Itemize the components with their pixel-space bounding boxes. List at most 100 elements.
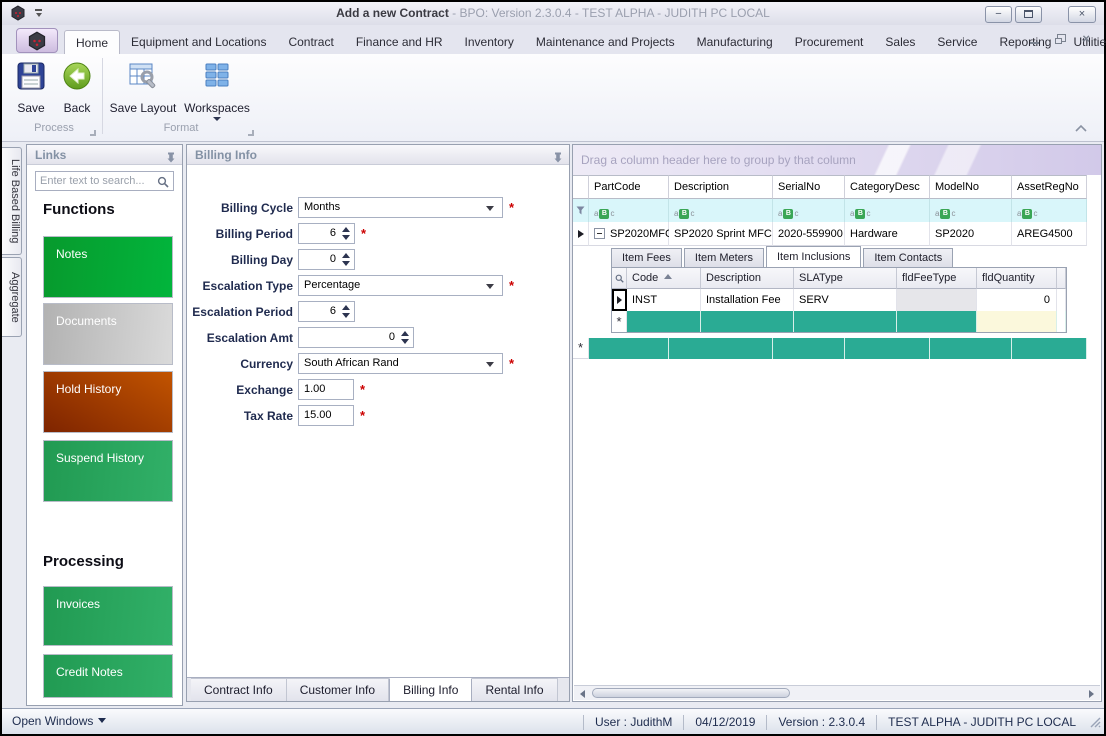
ribbon-tab-service[interactable]: Service: [926, 30, 988, 54]
column-header-description[interactable]: Description: [669, 175, 773, 199]
column-header-code[interactable]: Code: [627, 268, 701, 289]
resize-grip[interactable]: [1089, 716, 1101, 731]
cell-assetregno[interactable]: AREG4500: [1012, 222, 1087, 246]
format-dialog-launcher-icon[interactable]: [248, 130, 254, 136]
tab-rental-info[interactable]: Rental Info: [472, 678, 557, 701]
currency-select[interactable]: South African Rand: [298, 353, 503, 374]
tab-billing-info[interactable]: Billing Info: [389, 678, 472, 701]
column-header-categorydesc[interactable]: CategoryDesc: [845, 175, 930, 199]
cell-slatype[interactable]: SERV: [794, 289, 897, 311]
collapse-ribbon-icon[interactable]: [1074, 120, 1088, 138]
exchange-field[interactable]: 1.00: [298, 379, 354, 400]
search-icon[interactable]: [612, 268, 627, 289]
group-by-bar[interactable]: Drag a column header here to group by th…: [573, 145, 1101, 175]
mdi-minimize-button[interactable]: [1030, 42, 1039, 44]
spin-down-icon[interactable]: [401, 339, 409, 344]
process-dialog-launcher-icon[interactable]: [90, 130, 96, 136]
new-cell[interactable]: [701, 311, 794, 332]
new-cell[interactable]: [794, 311, 897, 332]
new-cell[interactable]: [930, 338, 1012, 359]
column-header-partcode[interactable]: PartCode: [589, 175, 669, 199]
cell-serialno[interactable]: 2020-559900: [773, 222, 845, 246]
table-row[interactable]: SP2020MFC SP2020 Sprint MFC 2020-559900 …: [573, 222, 1087, 246]
new-cell[interactable]: [589, 338, 669, 359]
filter-cell-description[interactable]: aBc: [669, 199, 773, 222]
tax-rate-field[interactable]: 15.00: [298, 405, 354, 426]
ribbon-tab-maintenance-and-projects[interactable]: Maintenance and Projects: [525, 30, 686, 54]
grid-new-row[interactable]: *: [573, 338, 1087, 359]
cell-code[interactable]: INST: [627, 289, 701, 311]
escalation-type-select[interactable]: Percentage: [298, 275, 503, 296]
new-cell[interactable]: [845, 338, 930, 359]
horizontal-scrollbar[interactable]: [574, 685, 1100, 700]
tab-customer-info[interactable]: Customer Info: [287, 678, 389, 701]
escalation-amt-spinner[interactable]: 0: [298, 327, 414, 348]
scrollbar-thumb[interactable]: [592, 688, 790, 698]
ribbon-tab-contract[interactable]: Contract: [277, 30, 344, 54]
tab-item-contacts[interactable]: Item Contacts: [863, 248, 953, 268]
ribbon-tab-home[interactable]: Home: [64, 30, 120, 54]
cell-inner-description[interactable]: Installation Fee: [701, 289, 794, 311]
notes-button[interactable]: Notes: [43, 236, 173, 298]
spin-down-icon[interactable]: [342, 313, 350, 318]
tab-contract-info[interactable]: Contract Info: [191, 678, 287, 701]
app-menu-button[interactable]: [16, 28, 58, 53]
ribbon-tab-inventory[interactable]: Inventory: [454, 30, 525, 54]
cell-description[interactable]: SP2020 Sprint MFC: [669, 222, 773, 246]
spin-down-icon[interactable]: [342, 235, 350, 240]
new-cell[interactable]: [897, 311, 977, 332]
pin-icon[interactable]: [553, 149, 563, 169]
filter-icon[interactable]: [573, 199, 589, 222]
scroll-left-icon[interactable]: [580, 690, 585, 698]
search-input[interactable]: [40, 173, 152, 189]
side-tab-aggregate[interactable]: Aggregate: [2, 257, 22, 337]
invoices-button[interactable]: Invoices: [43, 586, 173, 646]
close-button[interactable]: ×: [1068, 6, 1096, 23]
new-cell[interactable]: [773, 338, 845, 359]
workspaces-button[interactable]: Workspaces: [182, 58, 252, 121]
mdi-restore-button[interactable]: [1055, 34, 1066, 44]
minimize-button[interactable]: −: [985, 6, 1012, 23]
cell-categorydesc[interactable]: Hardware: [845, 222, 930, 246]
spin-up-icon[interactable]: [401, 331, 409, 336]
save-layout-button[interactable]: Save Layout: [108, 58, 178, 115]
ribbon-tab-procurement[interactable]: Procurement: [784, 30, 875, 54]
collapse-box-icon[interactable]: [594, 228, 605, 239]
maximize-button[interactable]: [1015, 6, 1042, 23]
new-cell[interactable]: [627, 311, 701, 332]
back-button[interactable]: Back: [56, 58, 98, 115]
suspend-history-button[interactable]: Suspend History: [43, 440, 173, 502]
spin-up-icon[interactable]: [342, 253, 350, 258]
side-tab-life-based-billing[interactable]: Life Based Billing: [2, 147, 22, 255]
tab-item-fees[interactable]: Item Fees: [611, 248, 682, 268]
ribbon-tab-finance-and-hr[interactable]: Finance and HR: [345, 30, 454, 54]
column-header-inner-description[interactable]: Description: [701, 268, 794, 289]
hold-history-button[interactable]: Hold History: [43, 371, 173, 433]
filter-cell-serialno[interactable]: aBc: [773, 199, 845, 222]
documents-button[interactable]: Documents: [43, 303, 173, 365]
filter-cell-categorydesc[interactable]: aBc: [845, 199, 930, 222]
tab-item-inclusions[interactable]: Item Inclusions: [766, 246, 861, 268]
filter-cell-modelno[interactable]: aBc: [930, 199, 1012, 222]
column-header-slatype[interactable]: SLAType: [794, 268, 897, 289]
cell-modelno[interactable]: SP2020: [930, 222, 1012, 246]
ribbon-tab-equipment-and-locations[interactable]: Equipment and Locations: [120, 30, 277, 54]
save-button[interactable]: Save: [10, 58, 52, 115]
new-cell[interactable]: [1012, 338, 1087, 359]
table-row[interactable]: INST Installation Fee SERV 0: [612, 289, 1066, 311]
filter-cell-partcode[interactable]: aBc: [589, 199, 669, 222]
credit-notes-button[interactable]: Credit Notes: [43, 654, 173, 698]
spin-up-icon[interactable]: [342, 305, 350, 310]
ribbon-tab-sales[interactable]: Sales: [874, 30, 926, 54]
column-header-fldfeetype[interactable]: fldFeeType: [897, 268, 977, 289]
new-cell-quantity[interactable]: [977, 311, 1057, 332]
inner-new-row[interactable]: *: [612, 311, 1066, 332]
column-header-serialno[interactable]: SerialNo: [773, 175, 845, 199]
cell-partcode[interactable]: SP2020MFC: [589, 222, 669, 246]
column-header-assetregno[interactable]: AssetRegNo: [1012, 175, 1087, 199]
new-cell[interactable]: [669, 338, 773, 359]
quick-access-dropdown-icon[interactable]: [34, 9, 43, 17]
open-windows-button[interactable]: Open Windows: [12, 714, 106, 728]
tab-item-meters[interactable]: Item Meters: [684, 248, 764, 268]
ribbon-tab-manufacturing[interactable]: Manufacturing: [686, 30, 784, 54]
